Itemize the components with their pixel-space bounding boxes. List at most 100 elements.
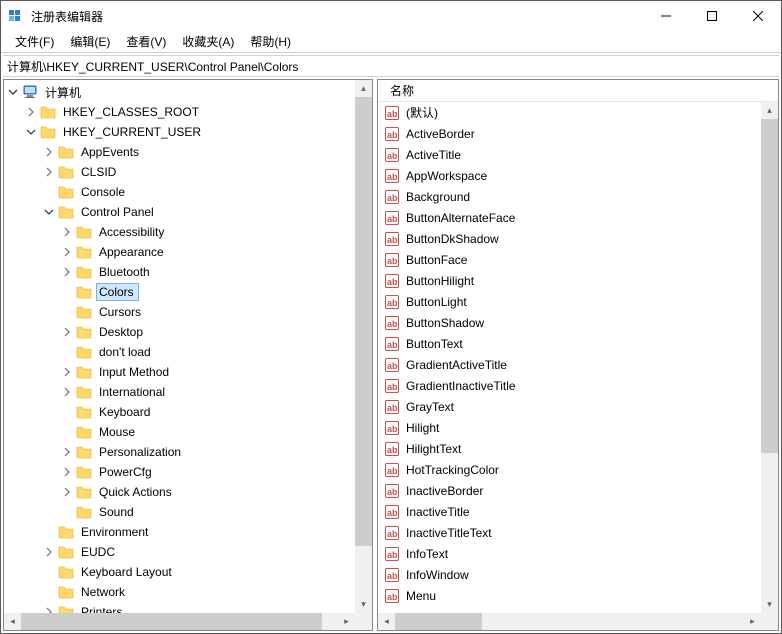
- scroll-thumb[interactable]: [395, 613, 482, 630]
- scroll-down-button[interactable]: ▾: [761, 596, 778, 613]
- tree-item-label[interactable]: Colors: [96, 283, 139, 301]
- scroll-right-button[interactable]: ▸: [338, 613, 355, 630]
- value-row[interactable]: ButtonText: [378, 333, 761, 354]
- value-row[interactable]: InactiveTitle: [378, 501, 761, 522]
- tree-item-label[interactable]: Mouse: [96, 423, 140, 441]
- chevron-right-icon[interactable]: [60, 445, 74, 459]
- scroll-down-button[interactable]: ▾: [355, 596, 372, 613]
- tree-item[interactable]: Environment: [6, 522, 355, 542]
- value-row[interactable]: ActiveTitle: [378, 144, 761, 165]
- chevron-right-icon[interactable]: [42, 145, 56, 159]
- tree-item[interactable]: EUDC: [6, 542, 355, 562]
- chevron-right-icon[interactable]: [60, 265, 74, 279]
- tree-item-label[interactable]: Console: [78, 183, 130, 201]
- address-input[interactable]: [3, 57, 779, 75]
- scroll-track[interactable]: [761, 119, 778, 596]
- tree-item-label[interactable]: Accessibility: [96, 223, 169, 241]
- tree-item-label[interactable]: Quick Actions: [96, 483, 177, 501]
- chevron-right-icon[interactable]: [60, 385, 74, 399]
- tree-item[interactable]: PowerCfg: [6, 462, 355, 482]
- chevron-right-icon[interactable]: [60, 365, 74, 379]
- tree-item[interactable]: Personalization: [6, 442, 355, 462]
- value-row[interactable]: HotTrackingColor: [378, 459, 761, 480]
- tree-horizontal-scrollbar[interactable]: ◂ ▸: [4, 613, 355, 630]
- value-row[interactable]: GradientInactiveTitle: [378, 375, 761, 396]
- value-row[interactable]: ButtonAlternateFace: [378, 207, 761, 228]
- chevron-down-icon[interactable]: [42, 205, 56, 219]
- tree-item-label[interactable]: Input Method: [96, 363, 174, 381]
- chevron-right-icon[interactable]: [60, 485, 74, 499]
- tree-item-label[interactable]: Cursors: [96, 303, 146, 321]
- tree-item-label[interactable]: HKEY_CLASSES_ROOT: [60, 103, 204, 121]
- tree-item-label[interactable]: 计算机: [42, 82, 86, 103]
- column-header-name[interactable]: 名称: [384, 80, 420, 101]
- tree-item[interactable]: Keyboard Layout: [6, 562, 355, 582]
- tree-item[interactable]: Printers: [6, 602, 355, 613]
- tree-item[interactable]: 计算机: [6, 82, 355, 102]
- value-row[interactable]: AppWorkspace: [378, 165, 761, 186]
- tree-item-label[interactable]: Keyboard Layout: [78, 563, 177, 581]
- scroll-thumb[interactable]: [355, 97, 372, 546]
- tree-item-label[interactable]: AppEvents: [78, 143, 144, 161]
- value-row[interactable]: InactiveBorder: [378, 480, 761, 501]
- tree-item[interactable]: Console: [6, 182, 355, 202]
- tree-item-label[interactable]: Appearance: [96, 243, 169, 261]
- menu-help[interactable]: 帮助(H): [242, 31, 299, 52]
- tree-item[interactable]: Appearance: [6, 242, 355, 262]
- tree-item-label[interactable]: Network: [78, 583, 130, 601]
- tree-item[interactable]: Mouse: [6, 422, 355, 442]
- value-row[interactable]: InactiveTitleText: [378, 522, 761, 543]
- tree-item-label[interactable]: PowerCfg: [96, 463, 157, 481]
- value-row[interactable]: InfoWindow: [378, 564, 761, 585]
- tree-item[interactable]: Network: [6, 582, 355, 602]
- value-row[interactable]: ButtonLight: [378, 291, 761, 312]
- tree-item[interactable]: don't load: [6, 342, 355, 362]
- scroll-track[interactable]: [21, 613, 338, 630]
- tree-item-label[interactable]: Keyboard: [96, 403, 155, 421]
- chevron-right-icon[interactable]: [24, 105, 38, 119]
- tree-item-label[interactable]: Control Panel: [78, 203, 159, 221]
- menu-file[interactable]: 文件(F): [7, 31, 62, 52]
- scroll-track[interactable]: [355, 97, 372, 596]
- values-list[interactable]: (默认)ActiveBorderActiveTitleAppWorkspaceB…: [378, 102, 761, 613]
- tree-item-label[interactable]: don't load: [96, 343, 156, 361]
- value-row[interactable]: ActiveBorder: [378, 123, 761, 144]
- tree-item-label[interactable]: Environment: [78, 523, 153, 541]
- tree-item[interactable]: Keyboard: [6, 402, 355, 422]
- chevron-down-icon[interactable]: [24, 125, 38, 139]
- tree-item[interactable]: Desktop: [6, 322, 355, 342]
- close-button[interactable]: [735, 1, 781, 31]
- value-row[interactable]: Menu: [378, 585, 761, 606]
- tree-item-label[interactable]: Bluetooth: [96, 263, 155, 281]
- value-row[interactable]: ButtonDkShadow: [378, 228, 761, 249]
- minimize-button[interactable]: [643, 1, 689, 31]
- tree-item[interactable]: Cursors: [6, 302, 355, 322]
- scroll-thumb[interactable]: [21, 613, 322, 630]
- tree-item-label[interactable]: Printers: [78, 603, 127, 613]
- chevron-right-icon[interactable]: [60, 325, 74, 339]
- tree-item-label[interactable]: Sound: [96, 503, 139, 521]
- tree-vertical-scrollbar[interactable]: ▴ ▾: [355, 80, 372, 613]
- tree-item[interactable]: Control Panel: [6, 202, 355, 222]
- tree-item[interactable]: Input Method: [6, 362, 355, 382]
- value-row[interactable]: GrayText: [378, 396, 761, 417]
- tree-item[interactable]: International: [6, 382, 355, 402]
- tree-item-label[interactable]: International: [96, 383, 170, 401]
- value-row[interactable]: ButtonFace: [378, 249, 761, 270]
- value-row[interactable]: Background: [378, 186, 761, 207]
- tree-item-label[interactable]: Personalization: [96, 443, 186, 461]
- value-row[interactable]: InfoText: [378, 543, 761, 564]
- tree-item-label[interactable]: HKEY_CURRENT_USER: [60, 123, 206, 141]
- chevron-right-icon[interactable]: [42, 545, 56, 559]
- value-row[interactable]: HilightText: [378, 438, 761, 459]
- menu-favorites[interactable]: 收藏夹(A): [174, 31, 242, 52]
- tree-item[interactable]: Accessibility: [6, 222, 355, 242]
- tree-item[interactable]: HKEY_CLASSES_ROOT: [6, 102, 355, 122]
- menu-view[interactable]: 查看(V): [118, 31, 174, 52]
- menu-edit[interactable]: 编辑(E): [62, 31, 118, 52]
- tree-item[interactable]: HKEY_CURRENT_USER: [6, 122, 355, 142]
- tree-item-label[interactable]: EUDC: [78, 543, 120, 561]
- chevron-right-icon[interactable]: [42, 165, 56, 179]
- tree-item[interactable]: Colors: [6, 282, 355, 302]
- tree-view[interactable]: 计算机HKEY_CLASSES_ROOT HKEY_CURRENT_USER App…: [4, 80, 355, 613]
